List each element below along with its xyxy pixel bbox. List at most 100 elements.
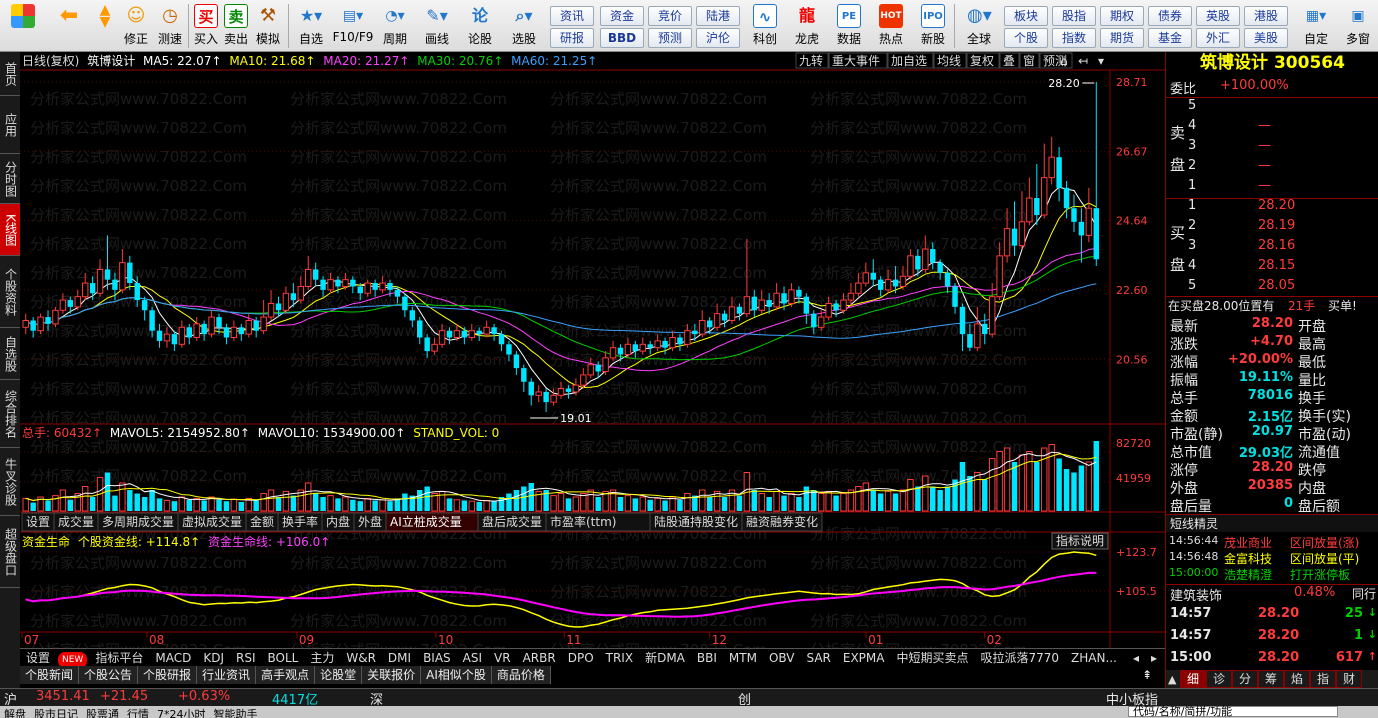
sell-button[interactable]: 卖卖出 bbox=[222, 2, 250, 50]
search-input[interactable]: 代码/名称/简拼/功能 bbox=[1128, 706, 1338, 717]
arrow-left-icon[interactable]: ↤ bbox=[1078, 54, 1088, 68]
capital-button[interactable]: 资金 bbox=[600, 6, 644, 26]
back-button[interactable]: ⬅ bbox=[52, 2, 86, 50]
us-stocks-button[interactable]: 美股 bbox=[1244, 28, 1288, 48]
indicator-tab[interactable]: BIAS bbox=[417, 649, 457, 666]
sector-button[interactable]: 板块 bbox=[1004, 6, 1048, 26]
expand-up-icon[interactable]: ⇞ bbox=[1137, 666, 1157, 684]
buy-level[interactable]: 5 28.05 bbox=[1166, 278, 1378, 296]
bottom-link-724[interactable]: 7*24小时 bbox=[153, 708, 210, 718]
futures-button[interactable]: 期货 bbox=[1100, 28, 1144, 48]
indicator-tab[interactable]: W&R bbox=[340, 649, 382, 666]
indicator-tab[interactable]: KDJ bbox=[197, 649, 230, 666]
indicator-tab[interactable]: MTM bbox=[723, 649, 763, 666]
hk-connect-button[interactable]: 陆港 bbox=[696, 6, 740, 26]
index-button[interactable]: 指数 bbox=[1052, 28, 1096, 48]
dropdown-icon[interactable]: ▾ bbox=[1098, 54, 1104, 68]
f10-button[interactable]: ▤▾ F10/F9 bbox=[332, 2, 374, 50]
indicator-tab[interactable]: VR bbox=[488, 649, 517, 666]
bottom-link-quotes[interactable]: 行情 bbox=[123, 708, 153, 718]
sidebar-item-home[interactable]: 首页 bbox=[0, 52, 20, 96]
buy-button[interactable]: 买买入 bbox=[192, 2, 220, 50]
info-tab[interactable]: 关联报价 bbox=[362, 666, 422, 684]
hotspot-button[interactable]: HOT 热点 bbox=[872, 2, 910, 50]
sidebar-item-intraday[interactable]: 分时图 bbox=[0, 154, 20, 204]
info-tab[interactable]: 个股研报 bbox=[138, 666, 198, 684]
indicator-tab[interactable]: DPO bbox=[562, 649, 600, 666]
peer-tab[interactable]: 同行 bbox=[1352, 585, 1376, 602]
scroll-right-icon[interactable]: ▸ bbox=[1145, 649, 1163, 666]
buy-level[interactable]: 1 28.20 bbox=[1166, 198, 1378, 216]
bottom-link-analysis[interactable]: 解盘 bbox=[0, 708, 30, 718]
ipo-button[interactable]: IPO 新股 bbox=[914, 2, 952, 50]
indicator-tab[interactable]: RSI bbox=[230, 649, 262, 666]
panel-tab[interactable]: 财 bbox=[1336, 670, 1362, 688]
panel-up-icon[interactable]: ▲ bbox=[1166, 673, 1180, 686]
indicator-tab[interactable]: ZHAN... bbox=[1065, 649, 1123, 666]
indicator-tab[interactable]: BOLL bbox=[262, 649, 305, 666]
elf-item[interactable]: 15:00:00 浩楚精澄 打开涨停板 bbox=[1166, 566, 1378, 584]
indicator-tab[interactable]: NEW bbox=[58, 652, 88, 666]
buy-level[interactable]: 2 28.19 bbox=[1166, 218, 1378, 236]
indicator-tab[interactable]: ASI bbox=[457, 649, 488, 666]
sidebar-item-apps[interactable]: 应用 bbox=[0, 96, 20, 154]
bbd-button[interactable]: BBD bbox=[600, 28, 644, 48]
customize-button[interactable]: ▦▾ 自定 bbox=[1296, 2, 1336, 50]
up-down-button[interactable]: ▲ ▼ bbox=[90, 2, 120, 50]
indicator-tab[interactable]: 主力 bbox=[304, 649, 340, 666]
sh-london-button[interactable]: 沪伦 bbox=[696, 28, 740, 48]
panel-tab[interactable]: 分 bbox=[1232, 670, 1258, 688]
funds-button[interactable]: 基金 bbox=[1148, 28, 1192, 48]
speed-test-button[interactable]: ◷ 测速 bbox=[154, 2, 186, 50]
window-switch-button[interactable] bbox=[6, 2, 40, 50]
indicator-tab[interactable]: SAR bbox=[800, 649, 836, 666]
panel-tab[interactable]: 细 bbox=[1180, 670, 1206, 688]
panel-tab[interactable]: 诊 bbox=[1206, 670, 1232, 688]
indicator-tab[interactable]: DMI bbox=[382, 649, 417, 666]
options-button[interactable]: 期权 bbox=[1100, 6, 1144, 26]
sidebar-item-profile[interactable]: 个股资料 bbox=[0, 256, 20, 328]
indicator-tab[interactable]: ARBR bbox=[517, 649, 562, 666]
forecast-button[interactable]: 预测 bbox=[648, 28, 692, 48]
sector-name[interactable]: 建筑装饰 bbox=[1170, 585, 1222, 604]
news-button[interactable]: 资讯 bbox=[550, 6, 594, 26]
draw-line-button[interactable]: ✎▾ 画线 bbox=[418, 2, 456, 50]
indicator-tab[interactable]: TRIX bbox=[600, 649, 639, 666]
dragon-tiger-button[interactable]: 龍龙虎 bbox=[788, 2, 826, 50]
scroll-left-icon[interactable]: ◂ bbox=[1127, 649, 1145, 666]
indicator-tab[interactable]: BBI bbox=[691, 649, 723, 666]
global-button[interactable]: ◍▾ 全球 bbox=[958, 2, 1000, 50]
bottom-link-stocktong[interactable]: 股票通 bbox=[82, 708, 123, 718]
sell-level[interactable]: 5 bbox=[1166, 98, 1378, 116]
data-button[interactable]: PE 数据 bbox=[830, 2, 868, 50]
info-tab[interactable]: 个股公告 bbox=[79, 666, 139, 684]
indicator-tab[interactable]: 设置 bbox=[20, 649, 56, 666]
sidebar-item-watchlist[interactable]: 自选股 bbox=[0, 328, 20, 380]
indicator-tab[interactable]: 吸拉派落7770 bbox=[975, 649, 1066, 666]
bottom-link-diary[interactable]: 股市日记 bbox=[30, 708, 82, 718]
panel-tab[interactable]: 指 bbox=[1310, 670, 1336, 688]
bottom-link-assistant[interactable]: 智能助手 bbox=[210, 708, 262, 718]
sidebar-item-diagnosis[interactable]: 牛叉诊股 bbox=[0, 448, 20, 516]
period-button[interactable]: ◔▾ 周期 bbox=[376, 2, 414, 50]
indicator-tab[interactable]: OBV bbox=[763, 649, 801, 666]
sell-level[interactable]: 1— bbox=[1166, 178, 1378, 196]
indicator-tab[interactable]: MACD bbox=[149, 649, 197, 666]
bonds-button[interactable]: 债券 bbox=[1148, 6, 1192, 26]
indicator-tab[interactable]: EXPMA bbox=[837, 649, 891, 666]
kline-chart[interactable]: 分析家公式网www.70822.Com 分析家公式网www.70822.Com 分析… bbox=[20, 52, 1165, 648]
info-tab[interactable]: 个股新闻 bbox=[20, 666, 80, 684]
sell-level[interactable]: 2— bbox=[1166, 158, 1378, 176]
sidebar-item-ranking[interactable]: 综合排名 bbox=[0, 380, 20, 448]
panel-tab[interactable]: 焰 bbox=[1284, 670, 1310, 688]
multi-window-button[interactable]: ▣ 多窗 bbox=[1340, 2, 1376, 50]
info-tab[interactable]: 论股堂 bbox=[315, 666, 363, 684]
buy-level[interactable]: 4 28.15 bbox=[1166, 258, 1378, 276]
buy-level[interactable]: 3 28.16 bbox=[1166, 238, 1378, 256]
simulate-button[interactable]: ⚒ 模拟 bbox=[252, 2, 284, 50]
sell-level[interactable]: 4— bbox=[1166, 118, 1378, 136]
panel-tab[interactable]: 筹 bbox=[1258, 670, 1284, 688]
sidebar-item-order-book[interactable]: 超级盘口 bbox=[0, 516, 20, 588]
sh-index-value[interactable]: 3451.41 bbox=[36, 689, 90, 704]
watchlist-button[interactable]: ★▾ 自选 bbox=[292, 2, 330, 50]
